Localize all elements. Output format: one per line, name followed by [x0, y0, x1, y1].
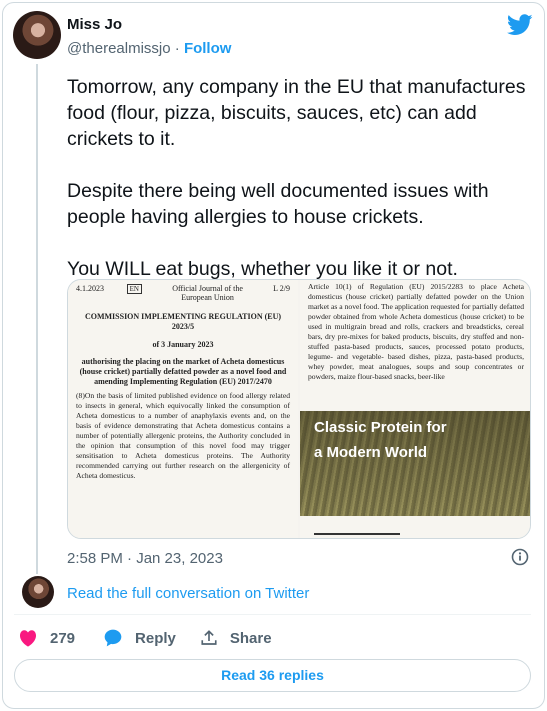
doc-body: (8)On the basis of limited published evi… — [76, 391, 290, 480]
caption-line-2: a Modern World — [314, 444, 428, 461]
share-icon — [201, 630, 217, 645]
twitter-bird-icon[interactable] — [507, 14, 533, 36]
tweet-media[interactable]: 4.1.2023 EN Official Journal of the Euro… — [67, 279, 531, 539]
info-icon[interactable] — [511, 548, 529, 566]
read-replies-button[interactable]: Read 36 replies — [14, 659, 531, 692]
wheat-field-image: Classic Protein for a Modern World — [300, 411, 530, 516]
share-button[interactable]: Share — [200, 629, 272, 647]
thread-line — [36, 64, 38, 574]
image-caption: Classic Protein for a Modern World — [314, 415, 447, 465]
separator-dot: · — [174, 40, 180, 57]
like-button[interactable]: 279 — [18, 629, 75, 647]
heart-icon — [19, 630, 37, 647]
reply-button[interactable]: Reply — [103, 628, 176, 648]
doc-journal: Official Journal of the European Union — [172, 284, 243, 302]
thread-avatar[interactable] — [22, 576, 54, 608]
reply-label: Reply — [135, 629, 176, 647]
divider — [14, 614, 531, 615]
doc-subtitle: authorising the placing on the market of… — [79, 357, 287, 386]
regulation-page-left: 4.1.2023 EN Official Journal of the Euro… — [68, 280, 298, 538]
image-underline — [314, 533, 400, 535]
action-bar: 279 Reply Share — [18, 628, 292, 648]
doc-title: COMMISSION IMPLEMENTING REGULATION (EU) … — [84, 312, 282, 331]
read-conversation-link[interactable]: Read the full conversation on Twitter — [67, 585, 309, 602]
tweet-paragraph: Despite there being well documented issu… — [67, 180, 489, 228]
doc-right-body: Article 10(1) of Regulation (EU) 2015/22… — [308, 282, 524, 381]
follow-button[interactable]: Follow — [184, 40, 232, 57]
tweet-text: Tomorrow, any company in the EU that man… — [67, 74, 537, 308]
doc-header: 4.1.2023 EN Official Journal of the Euro… — [76, 284, 290, 302]
author-avatar[interactable] — [13, 11, 61, 59]
author-handle[interactable]: @therealmissjo — [67, 40, 171, 57]
author-handle-row: @therealmissjo · Follow — [67, 40, 231, 57]
tweet-timestamp[interactable]: 2:58 PM · Jan 23, 2023 — [67, 550, 223, 567]
doc-lang-box: EN — [126, 284, 142, 294]
share-label: Share — [229, 629, 272, 647]
reply-bubble-icon — [104, 629, 122, 647]
tweet-paragraph: Tomorrow, any company in the EU that man… — [67, 76, 526, 150]
doc-date-line: of 3 January 2023 — [152, 340, 214, 349]
doc-date: 4.1.2023 — [76, 284, 104, 293]
like-count: 279 — [50, 629, 76, 647]
caption-line-1: Classic Protein for — [314, 419, 447, 436]
author-name[interactable]: Miss Jo — [67, 16, 122, 33]
doc-page: L 2/9 — [273, 284, 290, 293]
